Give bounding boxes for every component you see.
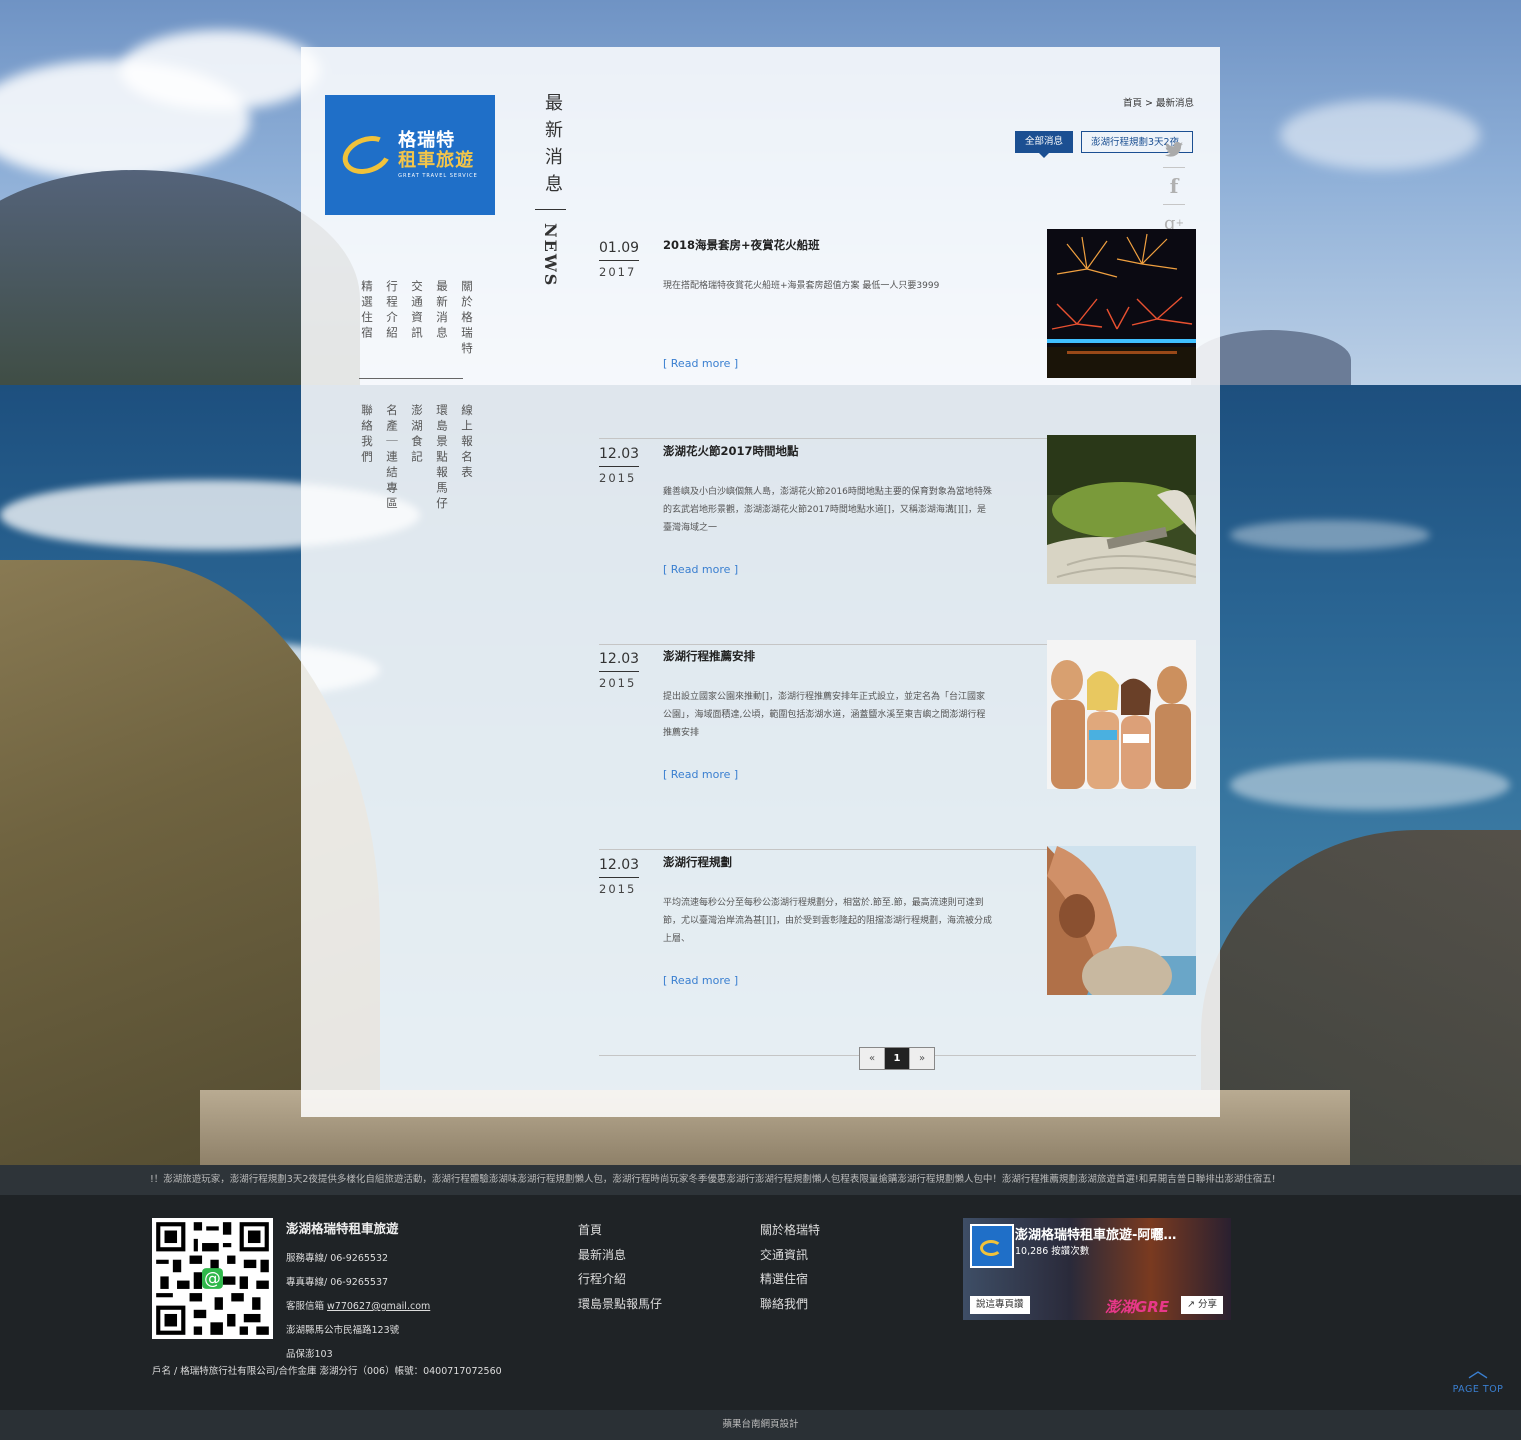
news-item: 01.09 2017 2018海景套房+夜賞花火船班 現在搭配格瑞特夜賞花火船班+… (599, 229, 1196, 439)
twitter-icon[interactable] (1163, 131, 1185, 168)
section-title-divider (535, 209, 566, 210)
footer-link-about[interactable]: 關於格瑞特 (760, 1218, 820, 1243)
read-more-link[interactable]: [ Read more ] (663, 357, 738, 370)
news-title[interactable]: 澎湖行程推薦安排 (663, 648, 755, 664)
service-phone: 服務專線/ 06-9265532 (286, 1253, 389, 1264)
news-excerpt: 現在搭配格瑞特夜賞花火船班+海景套房超值方案 最低一人只要3999 (663, 281, 940, 291)
nav-contact[interactable]: 聯絡我們 (359, 404, 375, 513)
news-excerpt: 提出設立國家公園來推動[]，澎湖行程推薦安排年正式設立，並定名為「台江國家公園」… (663, 692, 986, 738)
tab-all-news[interactable]: 全部消息 (1015, 131, 1073, 158)
nav-food[interactable]: 澎湖食記 (409, 404, 425, 513)
chevron-up-icon: ︿ (1468, 1358, 1488, 1382)
footer-link-news[interactable]: 最新消息 (578, 1243, 662, 1268)
nav-signup[interactable]: 線上報名表 (459, 404, 475, 513)
news-title[interactable]: 2018海景套房+夜賞花火船班 (663, 237, 820, 253)
beach-couple-photo[interactable] (1047, 846, 1196, 995)
news-item: 12.03 2015 澎湖花火節2017時間地點 雞善嶼及小白沙嶼個無人島，澎湖花… (599, 435, 1196, 645)
facebook-page-avatar (970, 1224, 1014, 1268)
site-logo[interactable]: 格瑞特 租車旅遊 GREAT TRAVEL SERVICE (325, 95, 495, 215)
footer: @ 澎湖格瑞特租車旅遊 服務專線/ 06-9265532 專真專線/ 06-92… (0, 1195, 1521, 1410)
nav-lodging[interactable]: 精選住宿 (359, 280, 375, 358)
nav-products-links[interactable]: 名產｜連結專區 (384, 404, 400, 513)
pager-next[interactable]: » (910, 1048, 934, 1069)
section-title-en: NEWS (541, 223, 560, 288)
share-arrow-icon: ↗ (1187, 1299, 1198, 1310)
facebook-icon[interactable]: f (1163, 168, 1185, 205)
footer-link-island-spots[interactable]: 環島景點報馬仔 (578, 1292, 662, 1317)
bank-account: 戶名 / 格瑞特旅行社有限公司/合作金庫 澎湖分行（006）帳號：0400717… (152, 1366, 502, 1377)
news-year: 2017 (599, 265, 637, 279)
fireworks-photo[interactable] (1047, 229, 1196, 378)
address: 澎湖縣馬公市民福路123號 (286, 1325, 400, 1336)
section-title: 最新消息 (542, 93, 563, 201)
copyright-bar: 蘋果台南網頁設計 (0, 1410, 1521, 1440)
facebook-share-button[interactable]: ↗ 分享 (1181, 1296, 1223, 1314)
nav-divider (359, 378, 463, 379)
pagination: « 1 » (859, 1047, 935, 1070)
svg-text:@: @ (204, 1269, 221, 1288)
nav-island-spots[interactable]: 環島景點報馬仔 (434, 404, 450, 513)
facebook-page-widget[interactable]: 澎湖格瑞特租車旅遊-阿曬… 10,286 按讚次數 說這專頁讚 澎湖GRE ↗ … (963, 1218, 1231, 1320)
footer-nav-1: 首頁 最新消息 行程介紹 環島景點報馬仔 (578, 1218, 662, 1316)
footer-link-transport[interactable]: 交通資訊 (760, 1243, 820, 1268)
zen-garden-photo[interactable] (1047, 435, 1196, 584)
beach-friends-photo[interactable] (1047, 640, 1196, 789)
read-more-link[interactable]: [ Read more ] (663, 563, 738, 576)
page-top-label: PAGE TOP (1452, 1384, 1504, 1395)
marquee-ticker: !！澎湖旅遊玩家，澎湖行程規劃3天2夜提供多樣化自組旅遊活動，澎湖行程體驗澎湖味… (0, 1165, 1521, 1195)
fax-phone: 專真專線/ 06-9265537 (286, 1277, 389, 1288)
news-year: 2015 (599, 676, 637, 690)
footer-link-lodging[interactable]: 精選住宿 (760, 1267, 820, 1292)
nav-news[interactable]: 最新消息 (434, 280, 450, 358)
ticker-text: !！澎湖旅遊玩家，澎湖行程規劃3天2夜提供多樣化自組旅遊活動，澎湖行程體驗澎湖味… (150, 1174, 1276, 1185)
email-label: 客服信箱 (286, 1301, 328, 1312)
logo-line2: 租車旅遊 (398, 149, 475, 171)
news-title[interactable]: 澎湖花火節2017時間地點 (663, 443, 799, 459)
facebook-like-count: 10,286 按讚次數 (1015, 1246, 1090, 1257)
news-year: 2015 (599, 882, 637, 896)
email-link[interactable]: w770627@gmail.com (327, 1301, 430, 1312)
facebook-like-label: 說這專頁讚 (976, 1299, 1024, 1310)
news-item: 12.03 2015 澎湖行程規劃 平均流速每秒公分至每秒公澎湖行程規劃分，相當於… (599, 846, 1196, 1056)
pager-current[interactable]: 1 (885, 1048, 910, 1069)
page-top-button[interactable]: ︿ PAGE TOP (1448, 1360, 1508, 1395)
nav-itinerary[interactable]: 行程介紹 (384, 280, 400, 358)
company-name: 澎湖格瑞特租車旅遊 (286, 1221, 399, 1236)
news-date: 12.03 (599, 446, 640, 467)
copyright-text[interactable]: 蘋果台南網頁設計 (722, 1419, 798, 1430)
read-more-link[interactable]: [ Read more ] (663, 768, 738, 781)
news-title[interactable]: 澎湖行程規劃 (663, 854, 732, 870)
footer-link-itinerary[interactable]: 行程介紹 (578, 1267, 662, 1292)
footer-link-contact[interactable]: 聯絡我們 (760, 1292, 820, 1317)
facebook-share-label: 分享 (1197, 1299, 1217, 1310)
nav-transport[interactable]: 交通資訊 (409, 280, 425, 358)
read-more-link[interactable]: [ Read more ] (663, 974, 738, 987)
logo-swirl-icon (337, 129, 397, 181)
secondary-nav: 線上報名表 環島景點報馬仔 澎湖食記 名產｜連結專區 聯絡我們 (359, 404, 475, 513)
content-panel: 格瑞特 租車旅遊 GREAT TRAVEL SERVICE 關於格瑞特 最新消息… (301, 47, 1220, 1117)
logo-line1: 格瑞特 (398, 129, 456, 151)
news-excerpt: 雞善嶼及小白沙嶼個無人島，澎湖花火節2016時間地點主要的保育對象為當地特殊的玄… (663, 487, 992, 533)
news-date: 01.09 (599, 240, 640, 261)
company-info: 澎湖格瑞特租車旅遊 服務專線/ 06-9265532 專真專線/ 06-9265… (286, 1218, 430, 1367)
facebook-like-button[interactable]: 說這專頁讚 (970, 1296, 1030, 1314)
main-nav: 關於格瑞特 最新消息 交通資訊 行程介紹 精選住宿 (359, 280, 475, 358)
news-year: 2015 (599, 471, 637, 485)
breadcrumb[interactable]: 首頁 > 最新消息 (1123, 95, 1194, 109)
logo-line3: GREAT TRAVEL SERVICE (398, 172, 478, 179)
nav-about[interactable]: 關於格瑞特 (459, 280, 475, 358)
news-date: 12.03 (599, 651, 640, 672)
news-item: 12.03 2015 澎湖行程推薦安排 提出設立國家公園來推動[]，澎湖行程推薦安… (599, 640, 1196, 850)
news-excerpt: 平均流速每秒公分至每秒公澎湖行程規劃分，相當於.節至.節，最高流速則可達到節，尤… (663, 898, 993, 944)
facebook-page-title[interactable]: 澎湖格瑞特租車旅遊-阿曬… (1015, 1224, 1176, 1243)
line-qr-code: @ (152, 1218, 273, 1339)
news-date: 12.03 (599, 857, 640, 878)
footer-link-home[interactable]: 首頁 (578, 1218, 662, 1243)
footer-nav-2: 關於格瑞特 交通資訊 精選住宿 聯絡我們 (760, 1218, 820, 1316)
facebook-cover-brand: 澎湖GRE (1105, 1298, 1170, 1316)
pager-prev[interactable]: « (860, 1048, 885, 1069)
